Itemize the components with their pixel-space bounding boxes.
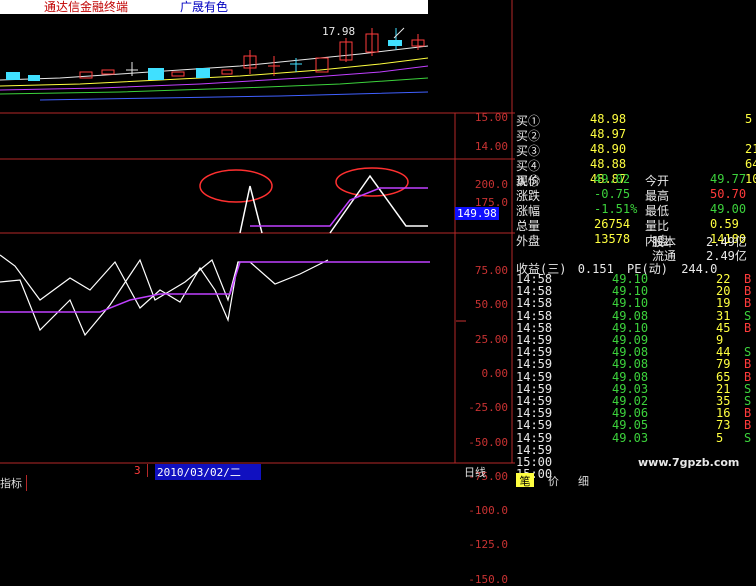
orderbook-price: 48.98 — [590, 112, 627, 126]
tick-volume: 5 — [716, 430, 724, 445]
ind1-axis-label: 14.00 — [474, 140, 508, 153]
quote-value: 49.77 — [710, 172, 747, 186]
orderbook-volume: 21 — [745, 142, 756, 156]
period-label[interactable]: 日线 — [464, 464, 486, 480]
indicator-tab[interactable]: 指标 — [0, 475, 27, 491]
ind3-axis-label: -125.0 — [468, 538, 508, 552]
eps-value: 0.151 — [577, 262, 614, 276]
tab-trades[interactable]: 笔 — [516, 473, 534, 488]
indicator3-line-white — [0, 254, 329, 323]
tick-direction: S — [744, 430, 752, 445]
orderbook-volume: 64 — [745, 157, 756, 171]
ma-line-yellow — [0, 57, 429, 87]
quote-label: 外盘 — [516, 234, 541, 248]
ma-line-blue — [39, 91, 429, 101]
highlight-circle-1 — [199, 169, 273, 203]
orderbook-volume: 10 — [745, 172, 756, 186]
quote-value: -0.75 — [594, 187, 631, 201]
orderbook-price: 48.90 — [590, 142, 627, 156]
indicator3-line-purple — [0, 261, 430, 313]
tick-price: 49.03 — [612, 430, 649, 445]
chart-area[interactable] — [0, 0, 515, 465]
ind3-axis-label: 50.00 — [474, 298, 508, 312]
tick-direction: B — [744, 320, 752, 335]
orderbook-price: 48.97 — [590, 127, 627, 141]
quote-value: 0.59 — [710, 217, 739, 231]
ma-line-white — [0, 45, 429, 81]
ind3-axis-label: 75.00 — [474, 264, 508, 277]
watermark: www.7gpzb.com — [638, 456, 740, 469]
ind3-axis-label: -25.00 — [468, 401, 508, 415]
ind3-axis-label: -150.0 — [468, 572, 508, 586]
quote-value: 50.70 — [710, 187, 747, 201]
ind3-axis-label: 0.00 — [481, 366, 509, 380]
indicator2-line-white-2 — [329, 174, 428, 234]
kline-high-label: 17.98 — [322, 25, 356, 38]
orderbook-price: 48.88 — [590, 157, 627, 171]
count-label: 3 — [128, 464, 148, 477]
ma-line-green — [0, 77, 429, 95]
orderbook-volume: 5 — [745, 112, 753, 126]
quote-value: 49.02 — [594, 172, 631, 186]
date-label: 2010/03/02/二 — [155, 464, 261, 480]
ind3-axis-label: 25.00 — [474, 332, 508, 346]
quote-value: 13578 — [594, 232, 631, 246]
quote-value: -1.51% — [594, 202, 638, 216]
ind3-axis-label: -100.0 — [468, 504, 508, 518]
ind3-axis-label: -50.00 — [468, 435, 508, 449]
ind1-axis-label: 15.00 — [474, 111, 508, 124]
ind2-axis-label: 200.0 — [474, 178, 508, 191]
ind2-current-value: 149.98 — [455, 207, 499, 220]
quote-value: 49.00 — [710, 202, 747, 216]
pe-value: 244.0 — [681, 262, 718, 276]
quote-value: 26754 — [594, 217, 631, 231]
